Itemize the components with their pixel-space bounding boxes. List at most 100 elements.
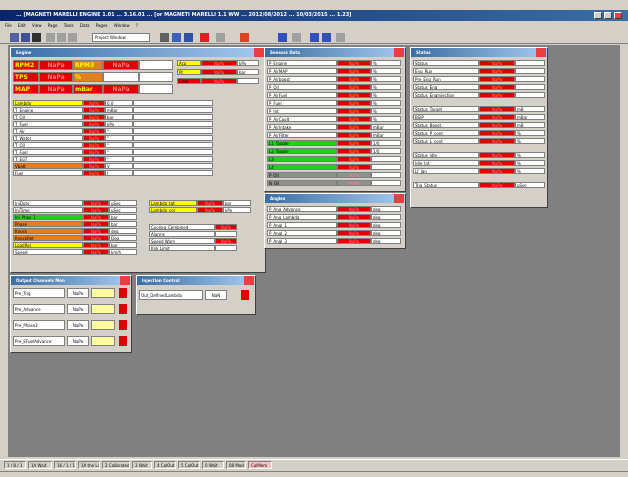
row-unit: mBar — [371, 132, 401, 138]
injection-label: Out_DefinedLambda — [139, 290, 203, 300]
status-cell[interactable]: 0 Wait — [202, 461, 224, 469]
open-icon[interactable] — [10, 33, 19, 42]
row-unit — [515, 92, 545, 98]
page-icon[interactable] — [278, 33, 287, 42]
data-row: Status_Target NaPa mB — [413, 106, 545, 112]
output-row: Pre_Advance NaPa — [13, 304, 129, 314]
menu-edit[interactable]: Edit — [18, 23, 26, 28]
output-toggle-icon[interactable] — [119, 304, 127, 314]
injection-toggle-icon[interactable] — [241, 290, 249, 300]
output-value: NaPa — [67, 336, 89, 346]
row-label: Lf_Ign — [413, 168, 479, 174]
row-value: NaPa — [83, 149, 105, 155]
project-select[interactable]: Project Window — [92, 33, 150, 42]
back-icon[interactable] — [46, 33, 55, 42]
engine-window[interactable]: Engine RPM2 NaPa RPM3 NaPa TPS NaPa% MAP NaPa mB… — [10, 47, 266, 273]
row-value: NaPa — [337, 164, 371, 170]
row-label: P_Int — [267, 108, 337, 114]
row-label: P_AirFilter — [267, 132, 337, 138]
zoom-icon[interactable] — [292, 33, 301, 42]
table-icon[interactable] — [322, 33, 331, 42]
status-cell[interactable]: 2 Calibrated — [102, 461, 130, 469]
menu-data[interactable]: Data — [80, 23, 90, 28]
status-cell[interactable]: CalMem — [248, 461, 272, 469]
help-icon[interactable] — [336, 33, 345, 42]
row-value: NaPa — [83, 142, 105, 148]
menu-file[interactable]: File — [5, 23, 12, 28]
menu-help[interactable]: ? — [136, 23, 138, 28]
row-unit: deg — [371, 206, 401, 212]
status-window[interactable]: Status Status NaPa Eng_Run NaPa Pre_Eng_Run N… — [410, 47, 548, 208]
status-cell[interactable]: 1A Wait — [28, 461, 52, 469]
menu-pages[interactable]: Pages — [96, 23, 108, 28]
output-toggle-icon[interactable] — [119, 320, 127, 330]
row-label: Status_idle — [413, 152, 479, 158]
row-value: NaPa — [337, 222, 371, 228]
row-value: NaPa — [83, 221, 109, 227]
injection-window-close-icon[interactable] — [244, 276, 254, 285]
menu-page[interactable]: Page — [48, 23, 58, 28]
grid-icon[interactable] — [310, 33, 319, 42]
sensors-window[interactable]: Sensors Data P_Engine NaPa% P_AirMAP NaPa% P… — [264, 47, 406, 192]
minimize-button[interactable] — [594, 12, 602, 19]
angles-window[interactable]: Angles P_Ang_Advance NaPa deg P_Ang_Lambda N… — [264, 193, 406, 249]
link-icon[interactable] — [184, 33, 193, 42]
angles-window-close-icon[interactable] — [394, 194, 404, 203]
row-value: NaPa — [83, 100, 105, 106]
status-window-close-icon[interactable] — [536, 48, 546, 57]
menu-tools[interactable]: Tools — [64, 23, 74, 28]
row-value: NaPa — [337, 68, 371, 74]
status-window-title: Status — [411, 48, 547, 57]
row-value — [215, 245, 237, 251]
row-label: Lambda_tgt — [149, 200, 197, 206]
row-value: NaPa — [479, 130, 515, 136]
row-unit: ° — [105, 142, 133, 148]
status-cell[interactable]: 4 CalOut — [154, 461, 176, 469]
menu-window[interactable]: Window — [114, 23, 130, 28]
record-icon[interactable] — [240, 33, 249, 42]
save-icon[interactable] — [21, 33, 30, 42]
row-value: NaPa — [479, 152, 515, 158]
output-window-close-icon[interactable] — [120, 276, 130, 285]
output-toggle-icon[interactable] — [119, 288, 127, 298]
sensors-window-close-icon[interactable] — [394, 48, 404, 57]
status-cell[interactable]: 1 / 8 / 1 — [4, 461, 26, 469]
row-value: NaPa — [479, 68, 515, 74]
menu-view[interactable]: View — [32, 23, 42, 28]
row-label: P_Oil — [267, 172, 337, 178]
row-bar — [133, 170, 213, 176]
output-window[interactable]: Output Channels Mon Pre_Trig NaPa Pre_Adva… — [10, 275, 132, 353]
output-toggle-icon[interactable] — [119, 336, 127, 346]
injection-window[interactable]: Injection Control Out_DefinedLambda NaN — [136, 275, 256, 315]
status-cell[interactable]: 1A the Lab — [78, 461, 100, 469]
row-label: Status_Eng — [413, 84, 479, 90]
close-button[interactable] — [614, 12, 622, 19]
row-unit — [371, 172, 401, 178]
status-cell[interactable]: 3 Wait — [132, 461, 152, 469]
big-value: NaPa — [39, 60, 73, 70]
settings-icon[interactable] — [216, 33, 225, 42]
big-row: RPM2 NaPa RPM3 NaPa — [13, 60, 173, 70]
row-unit: % — [515, 160, 545, 166]
row-value: NaPa — [479, 168, 515, 174]
data-row: P_AirCoolt NaPa% — [267, 116, 403, 122]
maximize-button[interactable] — [604, 12, 612, 19]
row-label: T_Oil — [13, 142, 83, 148]
row-unit: km/h — [109, 249, 137, 255]
stop-icon[interactable] — [200, 33, 209, 42]
row-unit: bar — [223, 200, 251, 206]
output-field — [91, 304, 115, 314]
connect-icon[interactable] — [172, 33, 181, 42]
status-cell[interactable]: 16 / 1 / 1 — [54, 461, 76, 469]
output-label: Pre_Phase2 — [13, 320, 65, 330]
status-cell[interactable]: 5 CalOut — [178, 461, 200, 469]
status-cell[interactable]: 08 Mod — [226, 461, 246, 469]
print-icon[interactable] — [32, 33, 41, 42]
forward-icon[interactable] — [57, 33, 66, 42]
up-icon[interactable] — [68, 33, 77, 42]
data-row: InjDuty NaPa µSec — [13, 200, 143, 206]
engine-window-close-icon[interactable] — [254, 48, 264, 57]
chart-icon[interactable] — [160, 33, 169, 42]
row-label: L1_Toggle — [267, 140, 337, 146]
output-field — [91, 320, 115, 330]
